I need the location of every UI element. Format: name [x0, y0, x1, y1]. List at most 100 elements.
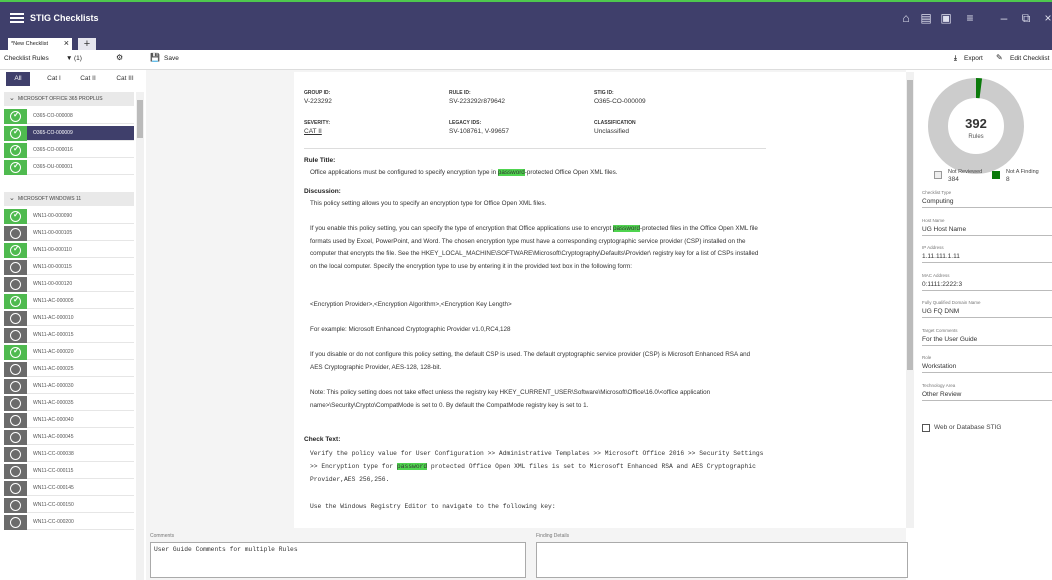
not-reviewed-circle-icon	[4, 277, 27, 292]
metadata-value-field[interactable]: Computing	[922, 198, 1052, 208]
metadata-value-field[interactable]: 1.11.111.1.11	[922, 253, 1052, 263]
add-tab-icon[interactable]: +	[78, 38, 96, 50]
metadata-label: Host Name	[922, 217, 945, 223]
stig-id-label: STIG ID:	[594, 90, 614, 96]
rule-item[interactable]: WN11-CC-000200	[4, 515, 134, 530]
close-tab-icon[interactable]: ×	[64, 38, 69, 48]
filter-icon[interactable]: ▼	[66, 55, 72, 62]
tab-cat-iii[interactable]: Cat III	[110, 72, 140, 86]
tab-cat-ii[interactable]: Cat II	[76, 72, 100, 86]
rule-item[interactable]: ✓ O365-CO-000008	[4, 109, 134, 124]
rule-item[interactable]: WN11-AC-000010	[4, 311, 134, 326]
rule-item[interactable]: WN11-00-000120	[4, 277, 134, 292]
severity-label: SEVERITY:	[304, 120, 331, 126]
home-icon[interactable]: ⌂	[898, 10, 914, 26]
check-circle-icon: ✓	[4, 143, 27, 158]
rule-item[interactable]: WN11-AC-000030	[4, 379, 134, 394]
group-name: MICROSOFT OFFICE 365 PROPLUS	[18, 96, 103, 102]
metadata-label: Fully Qualified Domain Name	[922, 300, 981, 305]
rule-id-label: WN11-CC-000150	[33, 502, 74, 508]
export-button[interactable]: Export	[964, 55, 983, 62]
rule-title-text: Office applications must be configured t…	[310, 169, 618, 176]
save-icon[interactable]: 💾	[150, 53, 160, 62]
rule-item[interactable]: WN11-00-000105	[4, 226, 134, 241]
group-header-windows[interactable]: ⌄ MICROSOFT WINDOWS 11	[4, 192, 134, 206]
rules-donut-chart: 392 Rules	[928, 78, 1024, 174]
rule-item[interactable]: ✓ WN11-AC-000020	[4, 345, 134, 360]
close-icon[interactable]: ×	[1040, 10, 1052, 26]
rule-id-label: WN11-AC-000045	[33, 434, 74, 440]
metadata-value-field[interactable]: Workstation	[922, 363, 1052, 373]
list-check-icon[interactable]: ≡	[962, 10, 978, 26]
rule-item[interactable]: WN11-CC-000145	[4, 481, 134, 496]
web-database-checkbox[interactable]	[922, 424, 930, 432]
rule-item[interactable]: WN11-AC-000045	[4, 430, 134, 445]
metadata-value-field[interactable]: UG Host Name	[922, 226, 1052, 236]
severity-value[interactable]: CAT II	[304, 128, 322, 135]
metadata-label: IP Address	[922, 245, 944, 250]
rule-id-label: WN11-00-000120	[33, 281, 73, 287]
rule-item[interactable]: WN11-AC-000035	[4, 396, 134, 411]
metadata-label: Role	[922, 355, 932, 360]
rule-item[interactable]: WN11-CC-000038	[4, 447, 134, 462]
classification-label: CLASSIFICATION	[594, 120, 636, 126]
edit-checklist-button[interactable]: Edit Checklist	[1010, 55, 1049, 62]
check-text-heading: Check Text:	[304, 436, 341, 443]
comments-field[interactable]: User Guide Comments for multiple Rules	[150, 542, 526, 578]
rule-id-value: SV-223292r879642	[449, 98, 506, 105]
not-reviewed-circle-icon	[4, 413, 27, 428]
group-header-office[interactable]: ⌄ MICROSOFT OFFICE 365 PROPLUS	[4, 92, 134, 106]
rules-scrollbar[interactable]	[136, 92, 144, 580]
rule-item[interactable]: ✓ WN11-00-000110	[4, 243, 134, 258]
rule-id-label: O365-CO-000016	[33, 147, 73, 153]
legend-swatch-not-a-finding	[992, 171, 1000, 179]
rule-item[interactable]: WN11-CC-000150	[4, 498, 134, 513]
detail-scrollbar[interactable]	[906, 72, 914, 528]
rule-id-label: WN11-CC-000145	[33, 485, 74, 491]
settings-gear-icon[interactable]: ⚙	[116, 53, 123, 62]
tab-cat-i[interactable]: Cat I	[42, 72, 66, 86]
check-text-p1: Verify the policy value for User Configu…	[310, 450, 764, 483]
rule-id-label: WN11-00-000110	[33, 247, 72, 253]
rule-item[interactable]: WN11-AC-000025	[4, 362, 134, 377]
metadata-label: MAC Address	[922, 272, 950, 278]
rule-id-label: WN11-AC-000005	[33, 298, 74, 304]
rule-item[interactable]: ✓ WN11-00-000090	[4, 209, 134, 224]
rule-item[interactable]: WN11-AC-000040	[4, 413, 134, 428]
check-circle-icon: ✓	[4, 160, 27, 175]
legend-swatch-not-reviewed	[934, 171, 942, 179]
rule-item[interactable]: ✓ O365-CO-000016	[4, 143, 134, 158]
finding-details-field[interactable]	[536, 542, 908, 578]
metadata-value-field[interactable]: For the User Guide	[922, 336, 1052, 346]
screen-icon[interactable]: ▣	[938, 10, 954, 26]
rule-item[interactable]: ✓ O365-CO-000009	[4, 126, 134, 141]
export-icon[interactable]: ⤓	[954, 55, 957, 63]
discussion-heading: Discussion:	[304, 188, 341, 195]
metadata-value-field[interactable]: UG FQ DNM	[922, 308, 1052, 318]
save-button[interactable]: Save	[164, 55, 179, 62]
hamburger-menu-icon[interactable]	[10, 11, 24, 25]
rule-item[interactable]: ✓ O365-OU-000001	[4, 160, 134, 175]
not-reviewed-circle-icon	[4, 379, 27, 394]
stig-id-value: O365-CO-000009	[594, 98, 646, 105]
edit-icon[interactable]: ✎	[996, 53, 1003, 62]
rule-id-label: RULE ID:	[449, 90, 471, 96]
not-reviewed-circle-icon	[4, 430, 27, 445]
rule-id-label: WN11-AC-000035	[33, 400, 74, 406]
rule-id-label: WN11-CC-000038	[33, 451, 74, 457]
metadata-value-field[interactable]: 0:1111:2222:3	[922, 281, 1052, 291]
rule-item[interactable]: WN11-CC-000115	[4, 464, 134, 479]
minimize-icon[interactable]: –	[996, 10, 1012, 26]
rule-id-label: WN11-AC-000010	[33, 315, 74, 321]
rule-item[interactable]: WN11-AC-000015	[4, 328, 134, 343]
restore-icon[interactable]: ⧉	[1018, 10, 1034, 26]
tab-new-checklist[interactable]: *New Checklist ×	[8, 38, 72, 50]
tab-bar: *New Checklist × +	[0, 36, 1052, 50]
tab-all[interactable]: All	[6, 72, 30, 86]
document-icon[interactable]: ▤	[918, 10, 934, 26]
metadata-value-field[interactable]: Other Review	[922, 391, 1052, 401]
rule-item[interactable]: WN11-00-000115	[4, 260, 134, 275]
not-reviewed-circle-icon	[4, 226, 27, 241]
rule-item[interactable]: ✓ WN11-AC-000005	[4, 294, 134, 309]
rule-id-label: WN11-AC-000030	[33, 383, 74, 389]
